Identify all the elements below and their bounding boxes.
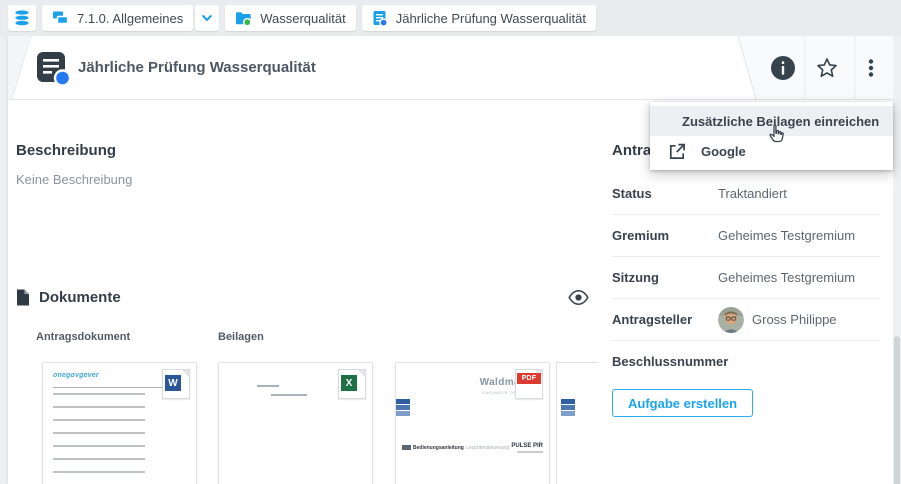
detail-row-antragsteller: Antragsteller Gross Philippe [612,299,880,341]
pdf-doc-type: Bedienungsanleitung [413,445,464,451]
open-in-new-icon [667,142,686,161]
description-heading: Beschreibung [16,142,116,159]
pdf-product: PULSE PIR [511,443,543,449]
tab-label: 7.1.0. Allgemeines [77,11,183,26]
vertical-dots-icon [859,56,883,80]
app-window: 7.1.0. Allgemeines Wasserqualität [0,0,901,484]
more-actions-button[interactable] [858,55,884,81]
details-table: Status Traktandiert Gremium Geheimes Tes… [612,173,880,382]
detail-row-status: Status Traktandiert [612,173,880,215]
eye-icon [568,290,589,305]
documents-header: Dokumente [16,289,121,306]
tab-wasserqualitaet[interactable]: Wasserqualität [225,5,356,31]
tab-expand-button[interactable] [195,5,219,31]
breadcrumb-tab-bar: 7.1.0. Allgemeines Wasserqualität [0,0,901,36]
repository-button[interactable] [8,5,36,31]
detail-row-beschlussnummer: Beschlussnummer [612,341,880,382]
detail-row-gremium: Gremium Geheimes Testgremium [612,215,880,257]
folder-icon [235,11,252,26]
star-icon [815,56,839,80]
breadcrumb-group-dossier: 7.1.0. Allgemeines [42,5,219,31]
blue-status-dot [380,19,387,26]
menu-item-label: Zusätzliche Beilagen einreichen [682,114,879,129]
blue-status-dot [55,71,70,86]
menu-item-zusaetzliche-beilagen[interactable]: Zusätzliche Beilagen einreichen [650,106,893,136]
tab-jaehrliche-pruefung[interactable]: Jährliche Prüfung Wasserqualität [362,5,596,31]
scrollbar-thumb[interactable] [894,336,900,484]
scrollbar-track[interactable] [893,36,901,484]
excel-document-thumbnail[interactable]: X [218,362,373,484]
page-title: Jährliche Prüfung Wasserqualität [78,59,316,76]
actions-context-menu: Zusätzliche Beilagen einreichen Google [650,102,893,170]
page-icon [16,289,30,306]
page-header: Jährliche Prüfung Wasserqualität [8,36,893,100]
green-status-dot [244,18,251,25]
word-document-thumbnail[interactable]: onegovgever W [42,362,197,484]
documents-heading: Dokumente [39,289,121,306]
pdf-cover-bars [561,399,575,417]
group-label-beilagen: Beilagen [218,331,264,343]
menu-item-label: Google [701,144,746,159]
tab-allgemeines[interactable]: 7.1.0. Allgemeines [42,5,193,31]
hierarchy-icon [52,10,69,26]
info-icon [770,55,796,81]
document-text-lines [53,393,145,484]
group-label-antragsdokument: Antragsdokument [36,331,130,343]
database-icon [13,9,31,27]
word-file-badge: W [162,369,190,399]
pdf-file-badge: PDF [515,369,543,399]
thumbnail-logo-text: onegovgever [53,372,99,379]
description-empty-text: Keine Beschreibung [16,172,132,187]
visibility-button[interactable] [568,290,589,310]
create-task-button[interactable]: Aufgabe erstellen [612,389,753,417]
tab-label: Jährliche Prüfung Wasserqualität [396,11,586,26]
pdf-category: Leuchtensteuerung [466,445,509,451]
excel-file-badge: X [338,369,366,399]
document-icon [372,10,388,27]
menu-item-google[interactable]: Google [650,136,893,166]
pdf-cover-bars [396,399,410,417]
antragsteller-name: Gross Philippe [752,312,837,327]
proposal-document-icon [36,51,72,87]
detail-row-sitzung: Sitzung Geheimes Testgremium [612,257,880,299]
avatar [718,307,744,333]
info-button[interactable] [770,55,796,81]
tab-label: Wasserqualität [260,11,346,26]
pdf-document-thumbnail[interactable]: Waldmann ENGINEER OF LIGHT Bedienungsanl… [395,362,550,484]
favorite-button[interactable] [814,55,840,81]
partial-document-thumbnail[interactable] [556,362,598,484]
chevron-down-icon [200,11,214,25]
